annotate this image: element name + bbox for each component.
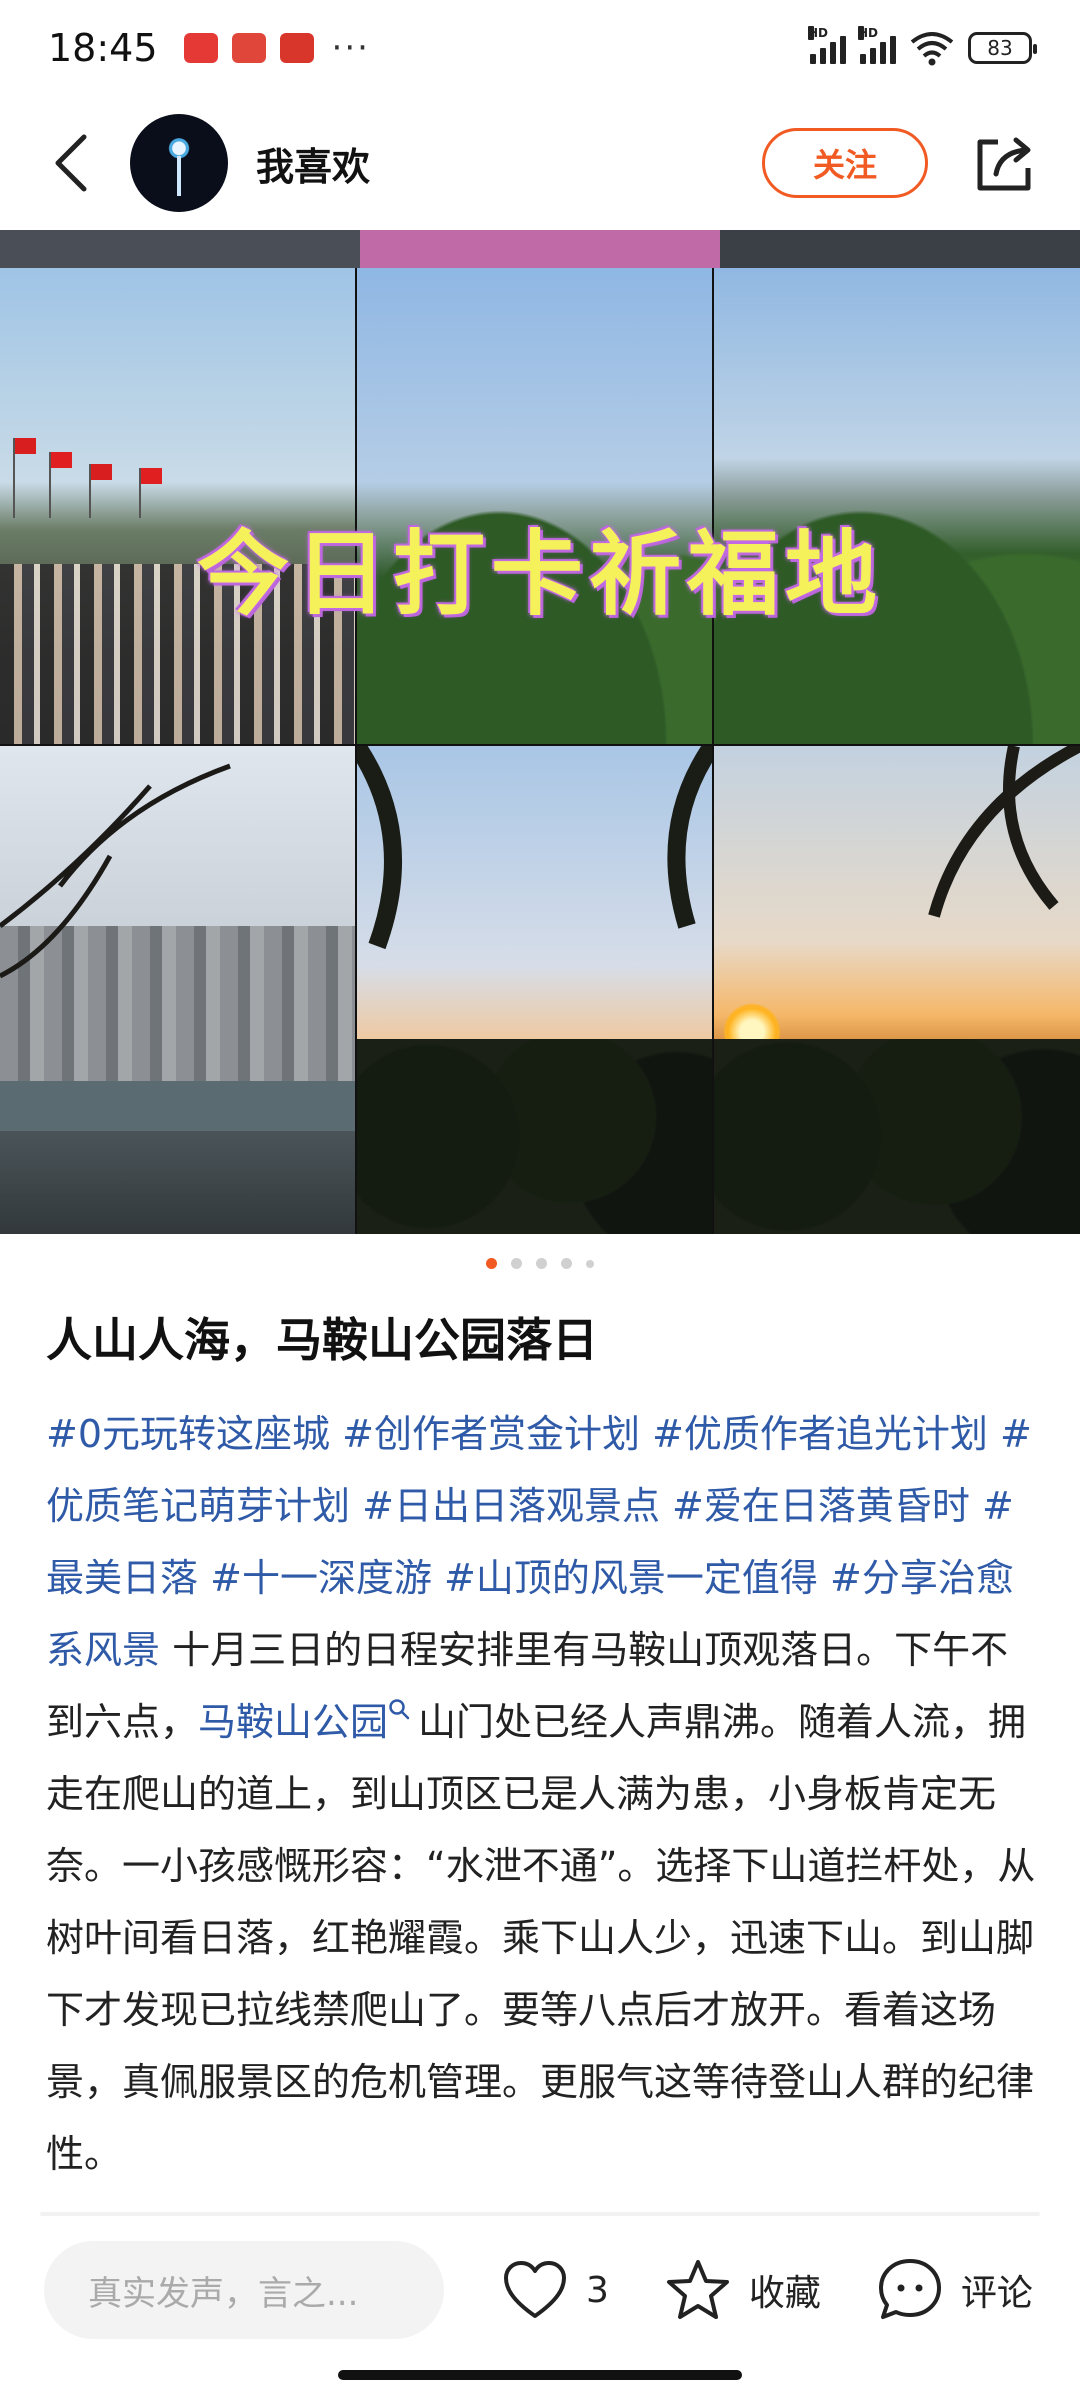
author-avatar[interactable] bbox=[130, 114, 228, 212]
back-button[interactable] bbox=[40, 123, 100, 203]
comment-placeholder: 真实发声，言之... bbox=[88, 2273, 359, 2314]
status-indicators: HD HD 83 bbox=[808, 26, 1037, 66]
carousel-dot bbox=[511, 1258, 522, 1269]
collect-label: 收藏 bbox=[748, 2273, 821, 2314]
hashtag-link[interactable]: #爱在日落黄昏时 bbox=[672, 1484, 970, 1528]
foliage-graphic bbox=[357, 1038, 712, 1234]
hashtag-link[interactable]: #日出日落观景点 bbox=[362, 1484, 660, 1528]
wifi-icon bbox=[910, 32, 954, 66]
hashtag-link[interactable]: #十一深度游 bbox=[210, 1556, 432, 1600]
status-time: 18:45 bbox=[48, 26, 158, 70]
status-bar: 18:45 ··· HD HD 83 bbox=[0, 0, 1080, 96]
post-text: 山门处已经人声鼎沸。随着人流，拥走在爬山的道上，到山顶区已是人满为患，小身板肯定… bbox=[46, 1700, 1036, 2176]
post-header: 我喜欢 关注 bbox=[0, 96, 1080, 230]
hashtag-link[interactable]: #创作者赏金计划 bbox=[342, 1412, 640, 1456]
cellular-signal-icon: HD bbox=[858, 26, 896, 64]
heart-icon bbox=[504, 2261, 566, 2318]
notification-app-icon bbox=[279, 33, 314, 63]
image-overlay-text: 今日打卡祈福地 bbox=[196, 521, 883, 628]
post-image-carousel[interactable]: 今日打卡祈福地 bbox=[0, 230, 1080, 1234]
post-body: #0元玩转这座城 #创作者赏金计划 #优质作者追光计划 #优质笔记萌芽计划 #日… bbox=[46, 1398, 1036, 2190]
tree-branches-graphic bbox=[0, 763, 231, 979]
hashtag-link[interactable]: #山顶的风景一定值得 bbox=[444, 1556, 818, 1600]
search-icon[interactable] bbox=[388, 1698, 410, 1720]
photo-sunset-trees bbox=[357, 746, 712, 1234]
author-name[interactable]: 我喜欢 bbox=[256, 136, 370, 191]
share-button[interactable] bbox=[970, 128, 1040, 198]
carousel-dot bbox=[586, 1260, 594, 1268]
carousel-dot bbox=[486, 1258, 497, 1269]
hashtag-link[interactable]: #优质作者追光计划 bbox=[652, 1412, 988, 1456]
notification-app-icon bbox=[231, 33, 266, 63]
cellular-signal-icon: HD bbox=[808, 26, 846, 64]
comment-label: 评论 bbox=[960, 2273, 1033, 2314]
comment-button[interactable]: 评论 bbox=[877, 2257, 1033, 2323]
share-icon bbox=[977, 137, 1031, 191]
foliage-graphic bbox=[714, 1038, 1080, 1234]
battery-level: 83 bbox=[987, 36, 1013, 60]
notification-icons bbox=[183, 33, 314, 63]
photo-sunset-horizon bbox=[714, 746, 1080, 1234]
notification-more-icon: ··· bbox=[331, 28, 370, 68]
bottom-action-bar: 真实发声，言之... 3 收藏 评论 bbox=[0, 2222, 1080, 2358]
home-indicator[interactable] bbox=[338, 2370, 742, 2380]
carousel-dot bbox=[536, 1258, 547, 1269]
like-button[interactable]: 3 bbox=[502, 2260, 609, 2320]
carousel-dot bbox=[561, 1258, 572, 1269]
photo-city-river bbox=[0, 746, 355, 1234]
like-count: 3 bbox=[586, 2269, 609, 2311]
notification-app-icon bbox=[183, 33, 218, 63]
carousel-indicator bbox=[0, 1258, 1080, 1269]
divider bbox=[40, 2212, 1040, 2216]
hashtag-link[interactable]: #0元玩转这座城 bbox=[46, 1412, 330, 1456]
comment-icon bbox=[878, 2259, 941, 2319]
place-link[interactable]: 马鞍山公园 bbox=[198, 1700, 388, 1744]
network-type-label: HD bbox=[858, 26, 879, 40]
battery-icon: 83 bbox=[968, 32, 1037, 64]
star-icon bbox=[666, 2260, 729, 2319]
comment-input[interactable]: 真实发声，言之... bbox=[44, 2241, 444, 2339]
chevron-left-icon bbox=[55, 134, 87, 192]
follow-button[interactable]: 关注 bbox=[762, 128, 928, 198]
network-type-label: HD bbox=[808, 26, 829, 40]
collect-button[interactable]: 收藏 bbox=[665, 2258, 821, 2322]
post-title: 人山人海，马鞍山公园落日 bbox=[46, 1313, 598, 1367]
image-top-strip bbox=[0, 230, 1080, 268]
